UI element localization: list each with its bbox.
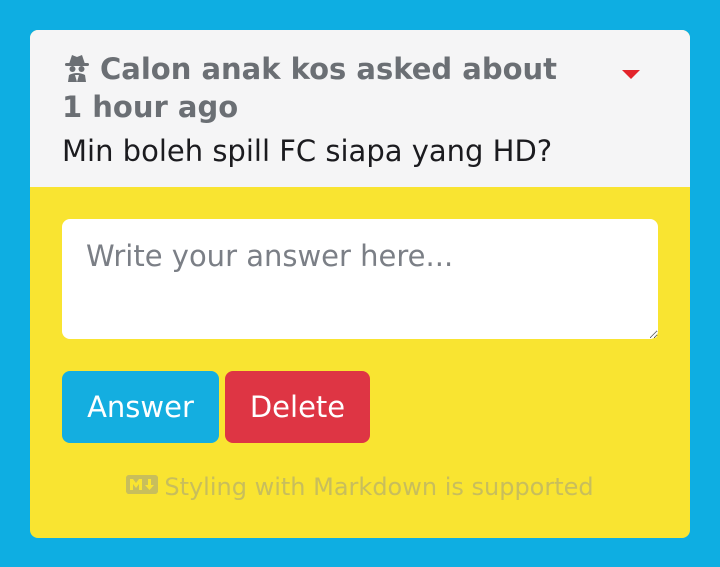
markdown-icon (126, 475, 159, 494)
answer-input[interactable] (62, 219, 658, 339)
asker-text: Calon anak kos asked about 1 hour ago (62, 52, 558, 124)
question-card: Calon anak kos asked about 1 hour ago Mi… (30, 30, 690, 538)
answer-button[interactable]: Answer (62, 371, 219, 443)
form-actions: Answer Delete (62, 371, 658, 443)
markdown-note-text: Styling with Markdown is supported (164, 473, 594, 501)
answer-form: AnswerDelete Styling with Markdown is su… (30, 187, 690, 503)
question-text: Min boleh spill FC siapa yang HD? (62, 134, 553, 168)
spy-icon (65, 55, 89, 82)
question-header: Calon anak kos asked about 1 hour ago Mi… (30, 30, 690, 187)
asker-line: Calon anak kos asked about 1 hour ago (62, 50, 582, 126)
delete-button[interactable]: Delete (225, 371, 370, 443)
caret-down-icon[interactable] (622, 70, 640, 79)
markdown-note: Styling with Markdown is supported (62, 471, 658, 503)
